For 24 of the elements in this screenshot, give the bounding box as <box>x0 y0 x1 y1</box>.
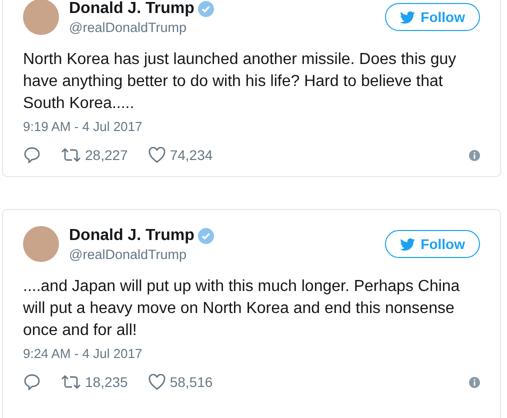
bird-icon <box>400 10 415 24</box>
reply-icon[interactable] <box>23 146 41 164</box>
like-count: 58,516 <box>170 374 213 390</box>
heart-icon[interactable] <box>148 374 166 390</box>
retweet-icon[interactable] <box>61 374 81 390</box>
info-icon[interactable] <box>469 376 480 388</box>
author-handle: @realDonaldTrump <box>69 246 188 262</box>
tweet-text: North Korea has just launched another missile. Does this guy have anything better to do with his life? Hard to believe that South Korea..... <box>23 50 458 114</box>
like-count: 74,234 <box>170 147 213 163</box>
info-icon[interactable] <box>469 150 480 160</box>
reply-icon[interactable] <box>23 373 41 391</box>
tweet-text: ....and Japan will put up with this much longer. Perhaps China will put a heavy move on North Korea and end this nonsense once and for all! <box>23 277 461 341</box>
tweet-timestamp[interactable]: 9:19 AM - 4 Jul 2017 <box>23 119 480 134</box>
author-name: Donald J. Trump <box>69 0 194 18</box>
retweet-count: 28,227 <box>85 147 128 163</box>
heart-icon[interactable] <box>148 147 166 163</box>
author-name: Donald J. Trump <box>69 226 194 244</box>
retweet-count: 18,235 <box>85 374 128 390</box>
retweet-icon[interactable] <box>61 147 81 163</box>
tweet-timestamp[interactable]: 9:24 AM - 4 Jul 2017 <box>23 346 480 361</box>
bird-icon <box>400 236 415 252</box>
follow-button[interactable]: Follow <box>384 3 480 31</box>
follow-button[interactable]: Follow <box>384 230 480 258</box>
author-handle: @realDonaldTrump <box>69 20 188 34</box>
